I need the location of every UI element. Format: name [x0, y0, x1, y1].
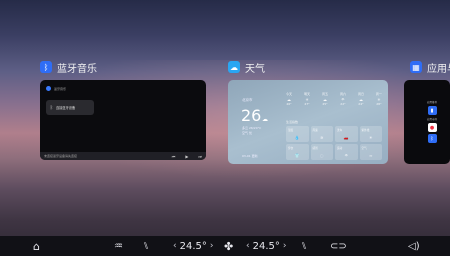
forecast-day: 周六 ☂ 22°	[339, 92, 346, 106]
forecast-day: 周日 ☁ 24°	[357, 92, 364, 106]
index-icon: ☀	[368, 135, 373, 140]
music-status: 蓝牙音乐	[46, 86, 66, 91]
volume-icon[interactable]: ◁)	[408, 236, 420, 256]
index-tile: 空气 ≈	[359, 144, 382, 160]
forecast-row: 今天 ☁ 26° 明天 ☀ 27° 周五 ☁ 25° 周六 ☂ 22° 周日 ☁ 24° 周一 ☀ 28…	[286, 92, 382, 116]
app-title: 天气	[245, 63, 265, 75]
left-temperature: 24.5°	[179, 240, 207, 252]
life-index-grid: 湿度 💧 风速 ≋ 洗车 🚗 紫外线 ☀ 穿衣 👕 感冒 ◌ 运动 ☂ 空气 ≈	[286, 126, 382, 160]
music-control-bar: 未连接蓝牙设备请先连接 ⏮ ▶ ⏭	[40, 152, 206, 160]
song-title: 未连接蓝牙设备请先连接	[44, 154, 78, 158]
index-tile: 风速 ≋	[310, 126, 333, 142]
app-title: 应用与	[427, 63, 450, 75]
cloud-icon: ☁	[262, 116, 268, 123]
index-icon: ☂	[344, 153, 349, 158]
forecast-day: 今天 ☁ 26°	[286, 92, 293, 106]
recent-app-card-app-market[interactable]: ▦ 应用与 应用推荐 ▮ 应用市场 ● ᛒ	[404, 60, 450, 164]
increase-icon[interactable]: ›	[283, 241, 287, 251]
card-header: ☁ 天气	[228, 60, 265, 75]
index-tile: 运动 ☂	[335, 144, 358, 160]
index-icon: 🚗	[343, 135, 349, 140]
play-icon[interactable]: ▶	[185, 154, 188, 159]
index-tile: 感冒 ◌	[310, 144, 333, 160]
status-dot	[46, 86, 51, 91]
app-list: 应用推荐 ▮ 应用市场 ● ᛒ	[422, 100, 442, 145]
condition-text: 多云 26/20°C	[242, 126, 262, 130]
app-store-icon[interactable]: ▮	[427, 106, 437, 115]
app-market-icon: ▦	[410, 61, 422, 73]
decrease-icon[interactable]: ‹	[246, 241, 250, 251]
increase-icon[interactable]: ›	[210, 241, 214, 251]
decrease-icon[interactable]: ‹	[173, 241, 177, 251]
app-preview[interactable]: 蓝牙音乐 ᛒ 连接蓝牙设备 未连接蓝牙设备请先连接 ⏮ ▶ ⏭	[40, 80, 206, 160]
connect-label: 连接蓝牙设备	[56, 106, 76, 110]
app-icon[interactable]: ●	[427, 123, 437, 132]
forecast-day: 周五 ☁ 25°	[321, 92, 328, 106]
recent-app-card-weather[interactable]: ☁ 天气 北京市 26 ☁ 多云 26/20°C 空气 优 03-01 更新 今…	[228, 60, 388, 164]
index-icon: ≈	[369, 153, 373, 158]
card-header: ᛒ 蓝牙音乐	[40, 60, 97, 75]
app-title: 蓝牙音乐	[57, 63, 97, 75]
weather-icon: ☁	[228, 61, 240, 73]
connect-bluetooth-button[interactable]: ᛒ 连接蓝牙设备	[46, 100, 94, 115]
details-header: 生活指数	[286, 120, 299, 124]
defrost-icon[interactable]: ♒	[114, 236, 123, 256]
forecast-day: 明天 ☀ 27°	[303, 92, 310, 106]
right-temperature-control[interactable]: ‹ 24.5° ›	[243, 236, 289, 256]
car-icon[interactable]: ⊂⊃	[330, 236, 347, 256]
air-quality-text: 空气 优	[242, 130, 252, 135]
home-icon[interactable]: ⌂	[33, 236, 40, 256]
index-icon: 💧	[294, 135, 300, 140]
index-icon: ≋	[320, 135, 324, 140]
index-icon: ◌	[320, 153, 324, 158]
update-time: 03-01 更新	[242, 154, 258, 158]
index-tile: 紫外线 ☀	[359, 126, 382, 142]
section-label: 应用市场	[426, 118, 437, 121]
section-label: 应用推荐	[426, 101, 437, 104]
previous-icon[interactable]: ⏮	[172, 154, 176, 159]
index-icon: 👕	[294, 153, 300, 158]
app-preview[interactable]: 应用推荐 ▮ 应用市场 ● ᛒ	[404, 80, 450, 164]
seat-right-icon[interactable]: ⑊	[301, 236, 307, 256]
bluetooth-icon: ᛒ	[50, 104, 54, 111]
index-tile: 穿衣 👕	[286, 144, 309, 160]
status-text: 蓝牙音乐	[54, 86, 67, 91]
card-header: ▦ 应用与	[410, 60, 450, 75]
next-icon[interactable]: ⏭	[198, 154, 202, 159]
bottom-dock: ⌂ ♒ ⑊ ‹ 24.5° › ✤ ‹ 24.5° › ⑊ ⊂⊃ ◁)	[0, 236, 450, 256]
index-tile: 湿度 💧	[286, 126, 309, 142]
index-tile: 洗车 🚗	[335, 126, 358, 142]
bluetooth-icon[interactable]: ᛒ	[427, 134, 437, 143]
current-temperature: 26	[241, 106, 262, 125]
bluetooth-icon: ᛒ	[40, 61, 52, 73]
forecast-day: 周一 ☀ 28°	[375, 92, 382, 106]
city-name: 北京市	[242, 98, 253, 102]
right-temperature: 24.5°	[252, 240, 280, 252]
left-temperature-control[interactable]: ‹ 24.5° ›	[170, 236, 216, 256]
weather-summary: 多云 26/20°C 空气 优	[242, 126, 261, 135]
seat-icon[interactable]: ⑊	[143, 236, 149, 256]
app-preview[interactable]: 北京市 26 ☁ 多云 26/20°C 空气 优 03-01 更新 今天 ☁ 26°…	[228, 80, 388, 164]
fan-icon[interactable]: ✤	[224, 236, 233, 256]
recent-app-card-bluetooth-music[interactable]: ᛒ 蓝牙音乐 蓝牙音乐 ᛒ 连接蓝牙设备 未连接蓝牙设备请先连接 ⏮ ▶ ⏭	[40, 60, 206, 160]
